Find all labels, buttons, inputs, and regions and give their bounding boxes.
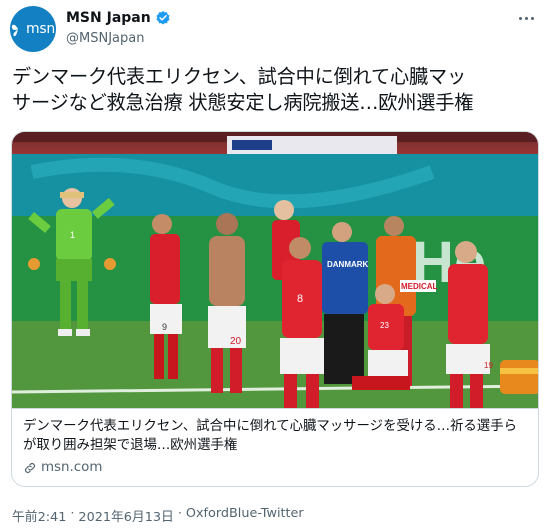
jersey-number-8: 8: [297, 293, 303, 305]
tweet-source[interactable]: OxfordBlue-Twitter: [186, 506, 304, 525]
jersey-number-19: 19: [484, 361, 493, 370]
tweet-date[interactable]: 2021年6月13日: [78, 506, 173, 525]
card-description: デンマーク代表エリクセン、試合中に倒れて心臓マッサージを受ける…祈る選手らが取り…: [23, 419, 517, 453]
tweet-time[interactable]: 午前2:41: [12, 506, 66, 525]
timestamp-separator: ·: [70, 506, 75, 521]
jersey-number-9: 9: [162, 322, 167, 332]
account-name[interactable]: MSN Japan: [66, 10, 171, 26]
card-text[interactable]: デンマーク代表エリクセン、試合中に倒れて心臓マッサージを受ける…祈る選手らが取り…: [12, 408, 538, 486]
link-card[interactable]: He 1 9 20 DANMARK 8 MEDICAL 23 19 デンマーク代…: [11, 131, 539, 487]
avatar-logo-text: msn: [26, 21, 55, 37]
medic-bib-text: MEDICAL: [401, 282, 438, 291]
tweet-text: デンマーク代表エリクセン、試合中に倒れて心臓マッ サージなど救急治療 状態安定し…: [12, 64, 538, 116]
tweet-timestamp: 午前2:41 · 2021年6月13日 · OxfordBlue-Twitter: [12, 506, 304, 525]
staff-bib-text: DANMARK: [327, 260, 369, 269]
more-options-icon[interactable]: [514, 11, 538, 25]
card-domain-text: msn.com: [41, 460, 103, 475]
butterfly-icon: [11, 24, 19, 37]
jersey-number-1: 1: [70, 230, 75, 240]
jersey-number-20: 20: [230, 336, 242, 347]
tweet-text-line-2: サージなど救急治療 状態安定し病院搬送…欧州選手権: [12, 91, 474, 114]
card-domain: msn.com: [23, 460, 529, 475]
football-scene-image: He 1 9 20 DANMARK 8 MEDICAL 23 19: [12, 132, 538, 408]
tweet-text-line-1: デンマーク代表エリクセン、試合中に倒れて心臓マッ: [12, 65, 466, 88]
verified-badge-icon: [156, 11, 170, 25]
account-handle[interactable]: @MSNJapan: [66, 31, 144, 46]
timestamp-separator: ·: [177, 506, 182, 521]
jersey-number-23: 23: [380, 321, 389, 330]
link-icon: [25, 462, 35, 473]
account-name-text: MSN Japan: [66, 10, 151, 26]
avatar[interactable]: msn: [10, 6, 56, 52]
card-image[interactable]: He 1 9 20 DANMARK 8 MEDICAL 23 19: [12, 132, 538, 408]
